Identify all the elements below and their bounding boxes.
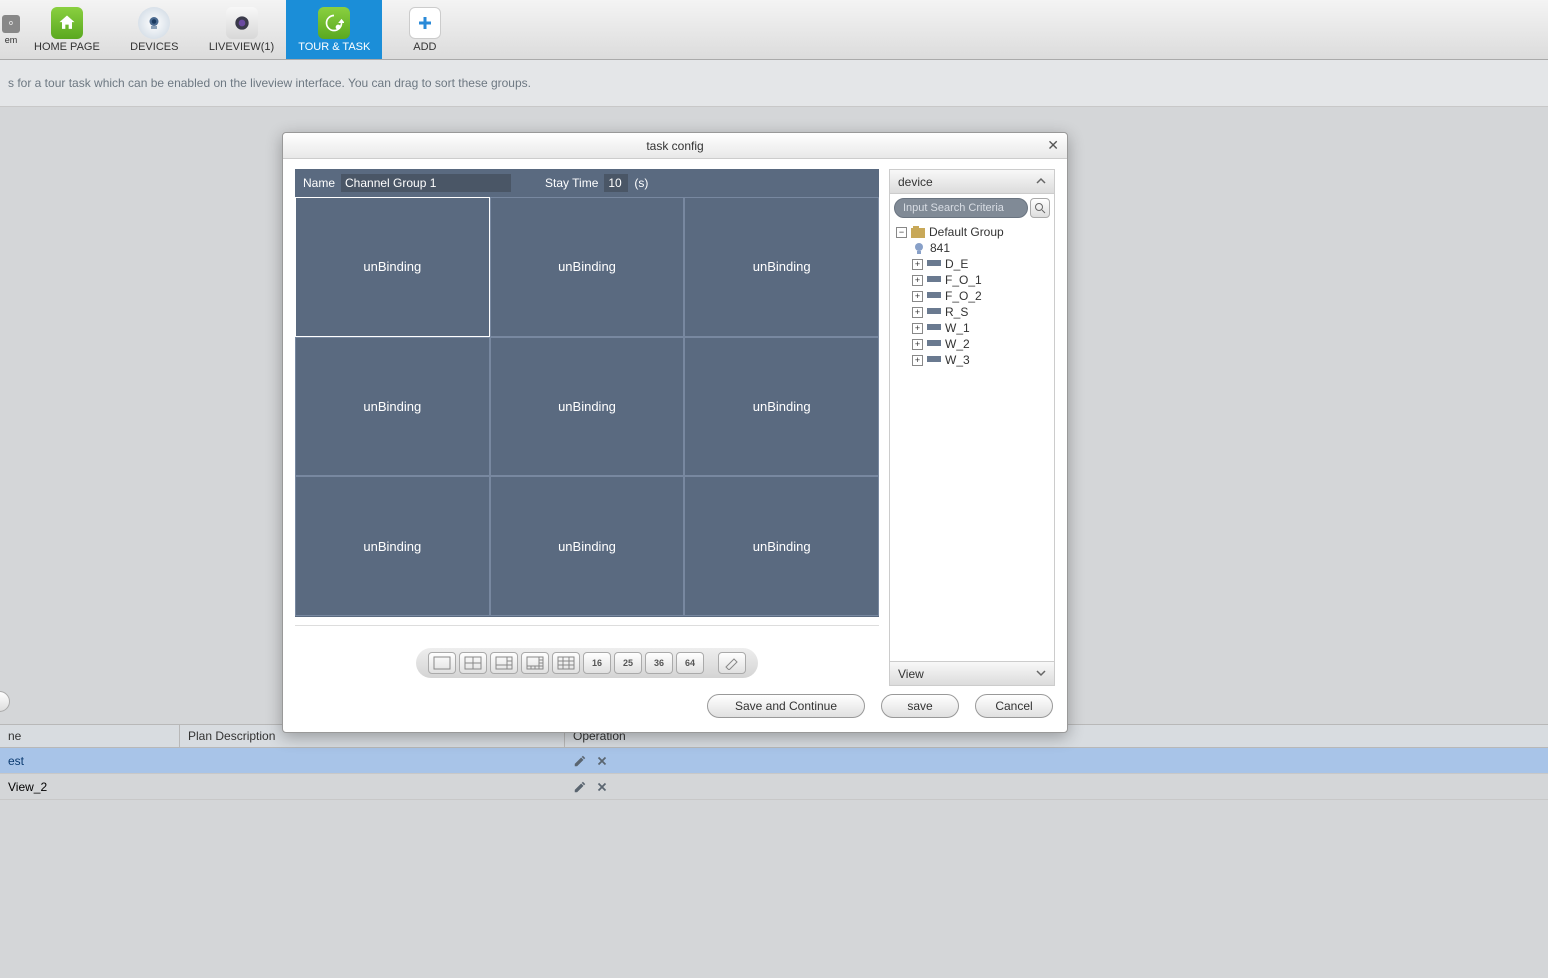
tree-node[interactable]: +R_S bbox=[894, 304, 1050, 320]
table-row[interactable]: est bbox=[0, 748, 1548, 774]
view-panel-header[interactable]: View bbox=[890, 661, 1054, 685]
edit-icon[interactable] bbox=[573, 754, 587, 768]
tab-home-label: HOME PAGE bbox=[34, 41, 100, 53]
grid-cell[interactable]: unBinding bbox=[490, 337, 685, 477]
stay-time-unit: (s) bbox=[634, 176, 648, 190]
dialog-title-text: task config bbox=[646, 139, 703, 153]
tab-tour-task-label: TOUR & TASK bbox=[298, 41, 370, 53]
row-name: est bbox=[0, 754, 180, 768]
tree-node[interactable]: +F_O_1 bbox=[894, 272, 1050, 288]
chevron-up-icon bbox=[1036, 175, 1046, 189]
chevron-down-icon bbox=[1036, 667, 1046, 681]
layout-1-icon[interactable] bbox=[428, 652, 456, 674]
layout-64-button[interactable]: 64 bbox=[676, 652, 704, 674]
dialog-titlebar[interactable]: task config ✕ bbox=[283, 133, 1067, 159]
expand-icon[interactable]: + bbox=[912, 323, 923, 334]
config-bar: Name Stay Time (s) bbox=[295, 169, 879, 197]
view-footer-label: View bbox=[898, 667, 924, 681]
grid-cell[interactable]: unBinding bbox=[490, 476, 685, 616]
tab-tour-task[interactable]: TOUR & TASK bbox=[286, 0, 382, 59]
device-panel-header[interactable]: device bbox=[890, 170, 1054, 194]
name-input[interactable] bbox=[341, 174, 511, 192]
layout-6-icon[interactable] bbox=[490, 652, 518, 674]
grid-cell[interactable]: unBinding bbox=[295, 476, 490, 616]
tab-devices-label: DEVICES bbox=[130, 41, 178, 53]
expand-icon[interactable]: + bbox=[912, 355, 923, 366]
layout-9-icon[interactable] bbox=[552, 652, 580, 674]
search-input[interactable] bbox=[894, 198, 1028, 218]
tree-node[interactable]: +D_E bbox=[894, 256, 1050, 272]
device-panel: device − Default Group 841 bbox=[889, 169, 1055, 686]
nvr-icon bbox=[927, 290, 941, 302]
delete-icon[interactable] bbox=[595, 780, 609, 794]
expand-icon[interactable]: + bbox=[912, 307, 923, 318]
table-row[interactable]: View_2 bbox=[0, 774, 1548, 800]
search-icon[interactable] bbox=[1030, 198, 1050, 218]
stay-time-label: Stay Time bbox=[545, 176, 598, 190]
camera-icon bbox=[912, 242, 926, 254]
add-icon bbox=[409, 7, 441, 39]
collapse-icon[interactable]: − bbox=[896, 227, 907, 238]
tab-add-label: ADD bbox=[413, 41, 436, 53]
device-header-label: device bbox=[898, 175, 933, 189]
cancel-button[interactable]: Cancel bbox=[975, 694, 1053, 718]
layout-4-icon[interactable] bbox=[459, 652, 487, 674]
tab-home[interactable]: HOME PAGE bbox=[22, 0, 112, 59]
instruction-text: s for a tour task which can be enabled o… bbox=[0, 60, 1548, 107]
tree-camera[interactable]: 841 bbox=[894, 240, 1050, 256]
expand-icon[interactable]: + bbox=[912, 275, 923, 286]
tab-devices[interactable]: DEVICES bbox=[112, 0, 197, 59]
tree-node[interactable]: +W_3 bbox=[894, 352, 1050, 368]
edit-icon[interactable] bbox=[573, 780, 587, 794]
tree-node[interactable]: +W_1 bbox=[894, 320, 1050, 336]
nvr-icon bbox=[927, 322, 941, 334]
row-name: View_2 bbox=[0, 780, 180, 794]
task-config-dialog: task config ✕ Name Stay Time (s) unBindi… bbox=[282, 132, 1068, 733]
nvr-icon bbox=[927, 306, 941, 318]
layout-custom-icon[interactable] bbox=[718, 652, 746, 674]
tour-task-icon bbox=[318, 7, 350, 39]
expand-icon[interactable]: + bbox=[912, 291, 923, 302]
main-toolbar: o em HOME PAGE DEVICES LIVEVIEW(1) TOUR … bbox=[0, 0, 1548, 60]
nvr-icon bbox=[927, 354, 941, 366]
nvr-icon bbox=[927, 338, 941, 350]
tab-liveview[interactable]: LIVEVIEW(1) bbox=[197, 0, 286, 59]
tree-node[interactable]: +F_O_2 bbox=[894, 288, 1050, 304]
layout-25-button[interactable]: 25 bbox=[614, 652, 642, 674]
tab-add[interactable]: ADD bbox=[382, 0, 467, 59]
tree-node[interactable]: +W_2 bbox=[894, 336, 1050, 352]
expand-icon[interactable]: + bbox=[912, 339, 923, 350]
save-continue-button[interactable]: Save and Continue bbox=[707, 694, 865, 718]
tree-camera-label: 841 bbox=[930, 241, 950, 255]
home-icon bbox=[51, 7, 83, 39]
stay-time-input[interactable] bbox=[604, 174, 628, 192]
group-icon bbox=[911, 226, 925, 238]
close-icon[interactable]: ✕ bbox=[1047, 137, 1059, 154]
name-label: Name bbox=[303, 176, 335, 190]
grid-cell[interactable]: unBinding bbox=[684, 337, 879, 477]
grid-cell[interactable]: unBinding bbox=[490, 197, 685, 337]
nvr-icon bbox=[927, 258, 941, 270]
col-name[interactable]: ne bbox=[0, 725, 180, 747]
devices-icon bbox=[138, 7, 170, 39]
tab-system[interactable]: o em bbox=[0, 0, 22, 59]
grid-cell[interactable]: unBinding bbox=[295, 337, 490, 477]
expand-icon[interactable]: + bbox=[912, 259, 923, 270]
tab-liveview-label: LIVEVIEW(1) bbox=[209, 41, 274, 53]
layout-toolbar: 16 25 36 64 bbox=[416, 648, 758, 678]
grid-cell[interactable]: unBinding bbox=[684, 476, 879, 616]
layout-16-button[interactable]: 16 bbox=[583, 652, 611, 674]
grid-cell[interactable]: unBinding bbox=[684, 197, 879, 337]
layout-8-icon[interactable] bbox=[521, 652, 549, 674]
liveview-icon bbox=[226, 7, 258, 39]
grid-cell[interactable]: unBinding bbox=[295, 197, 490, 337]
device-tree: − Default Group 841 +D_E +F_O_1 +F_O_2 +… bbox=[890, 222, 1054, 661]
channel-grid: unBinding unBinding unBinding unBinding … bbox=[295, 197, 879, 617]
tree-root-label: Default Group bbox=[929, 225, 1004, 239]
tree-root[interactable]: − Default Group bbox=[894, 224, 1050, 240]
nvr-icon bbox=[927, 274, 941, 286]
save-button[interactable]: save bbox=[881, 694, 959, 718]
layout-36-button[interactable]: 36 bbox=[645, 652, 673, 674]
delete-icon[interactable] bbox=[595, 754, 609, 768]
